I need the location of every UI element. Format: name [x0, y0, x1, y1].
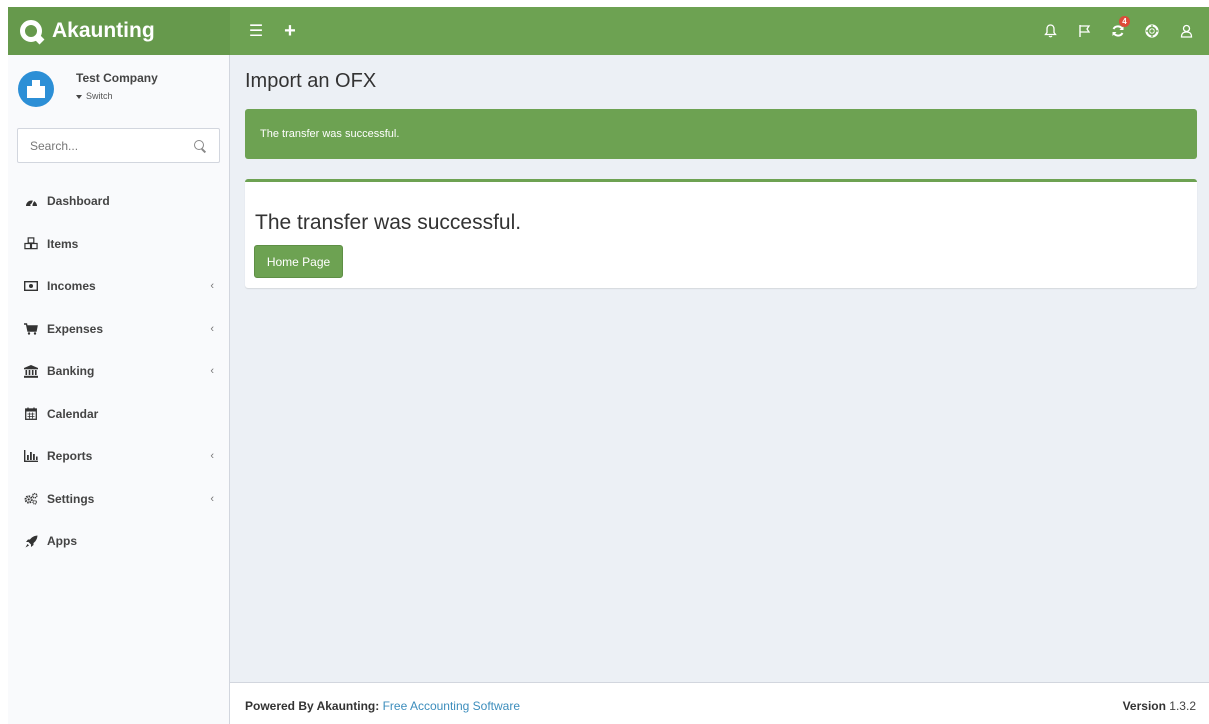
- company-name: Test Company: [76, 71, 158, 85]
- money-icon: [24, 281, 38, 292]
- sidebar-item-label: Expenses: [47, 321, 104, 336]
- brand-name: Akaunting: [52, 19, 155, 42]
- sidebar-item-label: Settings: [47, 491, 95, 506]
- footer: Powered By Akaunting: Free Accounting So…: [230, 682, 1209, 724]
- chevron-left-icon: ‹: [210, 365, 214, 378]
- bank-icon: [24, 364, 38, 378]
- version-label: Version: [1122, 699, 1166, 713]
- chevron-left-icon: ‹: [210, 450, 214, 463]
- result-title: The transfer was successful.: [255, 211, 522, 234]
- sidebar-item-settings[interactable]: Settings ‹: [8, 478, 230, 521]
- result-box: The transfer was successful. Home Page: [245, 179, 1197, 288]
- free-accounting-software-link[interactable]: Free Accounting Software: [383, 699, 520, 713]
- version-number: 1.3.2: [1169, 699, 1196, 713]
- sidebar-search: [17, 128, 220, 163]
- search-input[interactable]: [30, 138, 193, 153]
- sidebar-item-label: Calendar: [47, 406, 99, 421]
- sidebar-item-label: Reports: [47, 449, 93, 464]
- sidebar-item-reports[interactable]: Reports ‹: [8, 435, 230, 478]
- items-icon: [24, 237, 38, 250]
- brand-logo[interactable]: Akaunting: [8, 7, 230, 55]
- sidebar-item-label: Apps: [47, 534, 77, 549]
- company-info: Test Company Switch: [76, 69, 158, 101]
- plus-icon: +: [284, 19, 296, 42]
- help-button[interactable]: [1135, 7, 1169, 55]
- footer-separator: :: [375, 699, 380, 713]
- sidebar-item-incomes[interactable]: Incomes ‹: [8, 265, 230, 308]
- rocket-icon: [24, 535, 38, 548]
- bar-chart-icon: [24, 450, 38, 463]
- app-window: Akaunting ☰ + 4 Test Company Switch Sear…: [8, 7, 1209, 724]
- flag-icon: [1078, 25, 1090, 37]
- sidebar-menu: Dashboard Items Incomes ‹ Expenses ‹ Ban…: [8, 180, 230, 563]
- calendar-icon: [24, 407, 38, 421]
- switch-company-link[interactable]: Switch: [76, 91, 158, 101]
- updates-button[interactable]: 4: [1101, 7, 1135, 55]
- switch-label: Switch: [86, 91, 113, 101]
- caret-down-icon: [76, 94, 82, 99]
- sidebar: Test Company Switch Dashboard Item: [8, 55, 230, 724]
- updates-count-badge: 4: [1119, 16, 1130, 27]
- chevron-left-icon: ‹: [210, 492, 214, 505]
- chevron-left-icon: ‹: [210, 322, 214, 335]
- akaunting-logo-icon: [20, 20, 42, 42]
- search-icon[interactable]: [193, 139, 207, 153]
- chevron-left-icon: ‹: [210, 280, 214, 293]
- dashboard-icon: [24, 196, 38, 207]
- flags-button[interactable]: [1067, 7, 1101, 55]
- header-actions: 4: [1033, 7, 1203, 55]
- success-alert: The transfer was successful.: [245, 109, 1197, 159]
- hamburger-icon: ☰: [248, 23, 264, 40]
- company-avatar: [18, 71, 54, 107]
- cart-icon: [24, 323, 38, 335]
- powered-by-text: Powered By Akaunting: [245, 699, 376, 713]
- notifications-button[interactable]: [1033, 7, 1067, 55]
- gears-icon: [24, 492, 38, 505]
- sidebar-item-banking[interactable]: Banking ‹: [8, 350, 230, 393]
- top-header: Akaunting ☰ + 4: [8, 7, 1209, 55]
- sidebar-item-calendar[interactable]: Calendar: [8, 393, 230, 436]
- sidebar-toggle-button[interactable]: ☰: [244, 7, 268, 55]
- sidebar-item-dashboard[interactable]: Dashboard: [8, 180, 230, 223]
- bell-icon: [1043, 24, 1057, 38]
- user-icon: [1180, 24, 1192, 38]
- sidebar-item-label: Items: [47, 236, 79, 251]
- sidebar-item-label: Incomes: [47, 279, 96, 294]
- home-page-button[interactable]: Home Page: [254, 245, 343, 278]
- page-title: Import an OFX: [245, 70, 377, 92]
- sidebar-item-items[interactable]: Items: [8, 223, 230, 266]
- footer-credits: Powered By Akaunting: Free Accounting So…: [245, 699, 520, 713]
- building-icon: [27, 80, 45, 98]
- alert-message: The transfer was successful.: [260, 128, 400, 140]
- sidebar-item-expenses[interactable]: Expenses ‹: [8, 308, 230, 351]
- quick-add-button[interactable]: +: [278, 7, 302, 55]
- sidebar-item-label: Dashboard: [47, 194, 110, 209]
- user-menu-button[interactable]: [1169, 7, 1203, 55]
- life-ring-icon: [1145, 24, 1159, 38]
- sidebar-item-label: Banking: [47, 364, 95, 379]
- company-panel: Test Company Switch: [18, 69, 218, 111]
- footer-version: Version 1.3.2: [1123, 699, 1196, 713]
- main-content: Import an OFX The transfer was successfu…: [230, 55, 1209, 682]
- sidebar-item-apps[interactable]: Apps: [8, 520, 230, 563]
